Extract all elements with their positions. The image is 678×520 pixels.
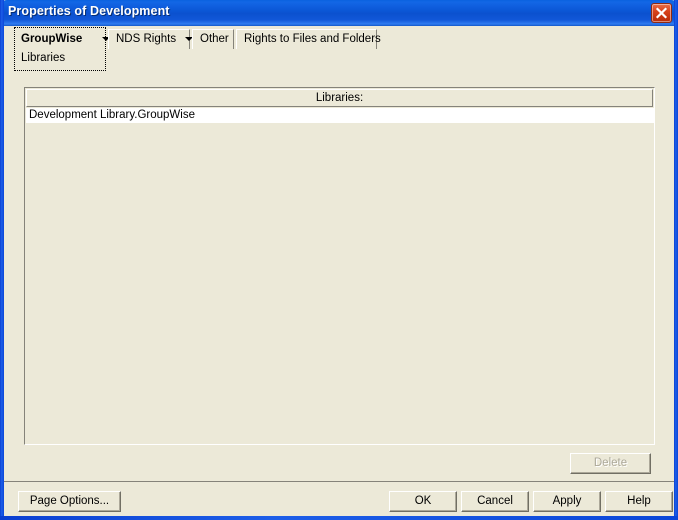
list-item[interactable]: Development Library.GroupWise: [26, 108, 654, 123]
dialog-footer: Page Options... OK Cancel Apply Help: [4, 484, 674, 516]
tab-groupwise-label: GroupWise: [21, 33, 83, 45]
tab-groupwise-header: GroupWise: [15, 28, 111, 49]
tab-groupwise[interactable]: GroupWise Libraries: [14, 27, 111, 71]
title-bar[interactable]: Properties of Development: [0, 0, 678, 26]
tab-groupwise-sublabel: Libraries: [21, 52, 66, 64]
libraries-list-body[interactable]: Development Library.GroupWise: [26, 108, 654, 443]
delete-button[interactable]: Delete: [570, 453, 651, 474]
help-button[interactable]: Help: [605, 491, 673, 512]
window-title: Properties of Development: [8, 4, 170, 18]
window-frame-bottom: [0, 516, 678, 520]
tab-other[interactable]: Other: [192, 29, 234, 49]
tab-rights-to-files-and-folders[interactable]: Rights to Files and Folders: [236, 29, 381, 49]
tab-nds-rights-label: NDS Rights: [116, 33, 177, 45]
ok-button[interactable]: OK: [389, 491, 457, 512]
page-options-button[interactable]: Page Options...: [18, 491, 121, 512]
tab-nds-rights[interactable]: NDS Rights: [108, 29, 194, 49]
apply-button[interactable]: Apply: [533, 491, 601, 512]
window-frame-right: [674, 0, 678, 520]
tab-strip: GroupWise Libraries NDS Rights Other Rig…: [4, 26, 674, 72]
tab-other-label: Other: [200, 33, 229, 45]
libraries-column-header[interactable]: Libraries:: [26, 89, 653, 107]
properties-dialog: Properties of Development GroupWise Libr…: [0, 0, 678, 520]
cancel-button[interactable]: Cancel: [461, 491, 529, 512]
libraries-list-panel: Libraries: Development Library.GroupWise: [24, 87, 655, 445]
tab-rights-to-files-and-folders-label: Rights to Files and Folders: [244, 33, 381, 45]
close-button[interactable]: [651, 3, 672, 23]
close-icon: [655, 7, 668, 19]
dialog-client-area: GroupWise Libraries NDS Rights Other Rig…: [4, 26, 674, 516]
